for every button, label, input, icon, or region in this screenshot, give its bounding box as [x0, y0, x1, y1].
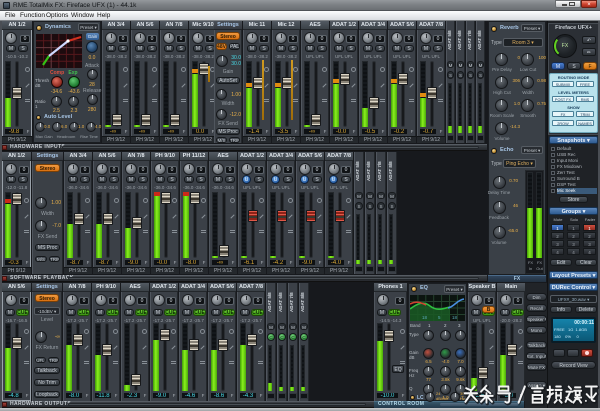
svg-text:18: 18	[452, 315, 458, 320]
svg-text:18: 18	[422, 315, 428, 320]
